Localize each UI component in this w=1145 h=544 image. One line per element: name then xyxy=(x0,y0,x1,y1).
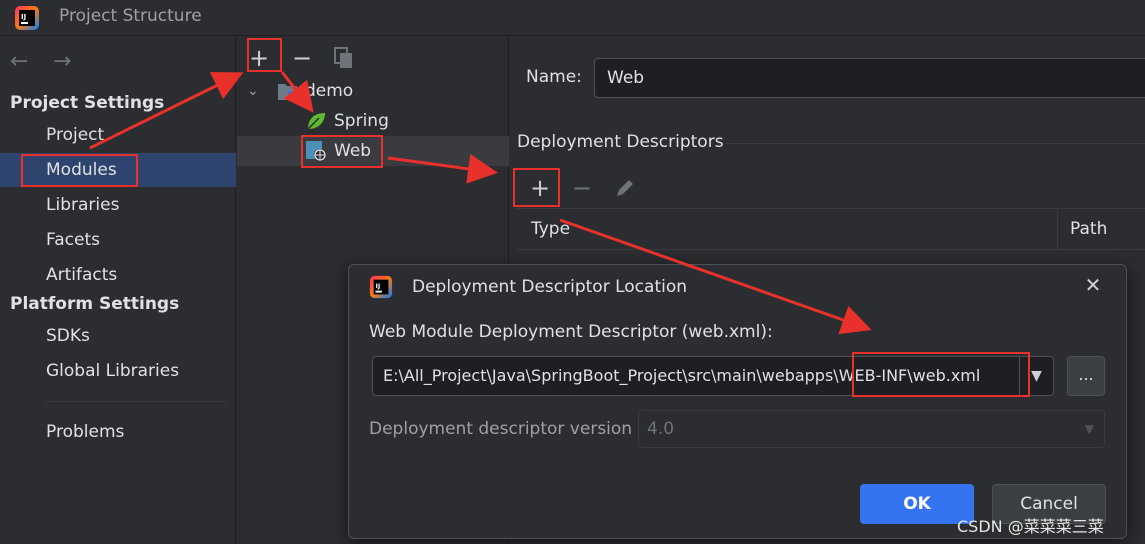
close-icon[interactable]: ✕ xyxy=(1081,273,1105,297)
intellij-logo-icon: IJ xyxy=(15,6,39,30)
title-bar: IJ Project Structure xyxy=(0,0,1145,36)
svg-text:IJ: IJ xyxy=(21,13,26,21)
intellij-logo-icon: IJ xyxy=(369,275,393,299)
annotation-box-modules xyxy=(21,154,138,187)
version-label: Deployment descriptor version xyxy=(369,419,633,439)
pencil-icon xyxy=(617,180,633,196)
header-divider xyxy=(517,249,1145,250)
settings-sidebar: ← → Project Settings Project Modules Lib… xyxy=(0,37,236,544)
tree-node-label: Spring xyxy=(334,111,389,131)
annotation-box-add-descriptor xyxy=(513,168,560,207)
module-folder-icon xyxy=(278,84,297,100)
dialog-title: Deployment Descriptor Location xyxy=(412,277,688,297)
sidebar-item-artifacts[interactable]: Artifacts xyxy=(0,258,236,292)
section-divider xyxy=(725,143,1145,144)
module-name-input[interactable]: Web xyxy=(594,58,1145,98)
annotation-box-add-module xyxy=(247,38,282,72)
forward-arrow-icon[interactable]: → xyxy=(53,49,71,74)
column-divider xyxy=(1057,209,1058,249)
edit-descriptor-button[interactable] xyxy=(610,173,640,203)
copy-icon xyxy=(334,47,352,68)
remove-module-button[interactable]: − xyxy=(287,43,317,73)
tree-node-demo[interactable]: ⌄ demo xyxy=(237,76,509,106)
remove-descriptor-button[interactable]: − xyxy=(567,173,597,203)
browse-button[interactable]: ... xyxy=(1067,356,1105,396)
chevron-down-icon[interactable]: ⌄ xyxy=(247,76,259,106)
sidebar-divider xyxy=(46,401,226,402)
descriptor-path-label: Web Module Deployment Descriptor (web.xm… xyxy=(369,322,773,342)
annotation-box-web-inf xyxy=(852,352,1030,397)
sidebar-item-libraries[interactable]: Libraries xyxy=(0,188,236,222)
deployment-descriptor-dialog: IJ Deployment Descriptor Location ✕ Web … xyxy=(348,264,1127,539)
back-arrow-icon[interactable]: ← xyxy=(10,49,28,74)
window-title: Project Structure xyxy=(59,6,202,26)
version-select: 4.0 ▼ xyxy=(638,410,1105,448)
column-header-path[interactable]: Path xyxy=(1070,209,1107,249)
copy-module-button[interactable] xyxy=(329,43,359,73)
deployment-descriptors-title: Deployment Descriptors xyxy=(517,132,724,152)
svg-text:IJ: IJ xyxy=(375,282,380,290)
platform-settings-header: Platform Settings xyxy=(10,294,180,314)
sidebar-item-global-libraries[interactable]: Global Libraries xyxy=(0,354,236,388)
column-header-type[interactable]: Type xyxy=(531,209,570,249)
annotation-box-web xyxy=(301,135,383,168)
sidebar-item-sdks[interactable]: SDKs xyxy=(0,319,236,353)
sidebar-item-problems[interactable]: Problems xyxy=(0,415,236,449)
sidebar-item-facets[interactable]: Facets xyxy=(0,223,236,257)
tree-node-spring[interactable]: Spring xyxy=(237,106,509,136)
sidebar-item-project[interactable]: Project xyxy=(0,118,236,152)
spring-leaf-icon xyxy=(307,113,325,130)
watermark: CSDN @菜菜菜三菜 xyxy=(957,517,1104,536)
dropdown-arrow-icon: ▼ xyxy=(1084,422,1094,436)
tree-node-label: demo xyxy=(305,81,354,101)
version-value: 4.0 xyxy=(647,419,675,439)
project-settings-header: Project Settings xyxy=(10,93,165,113)
name-label: Name: xyxy=(526,67,582,87)
